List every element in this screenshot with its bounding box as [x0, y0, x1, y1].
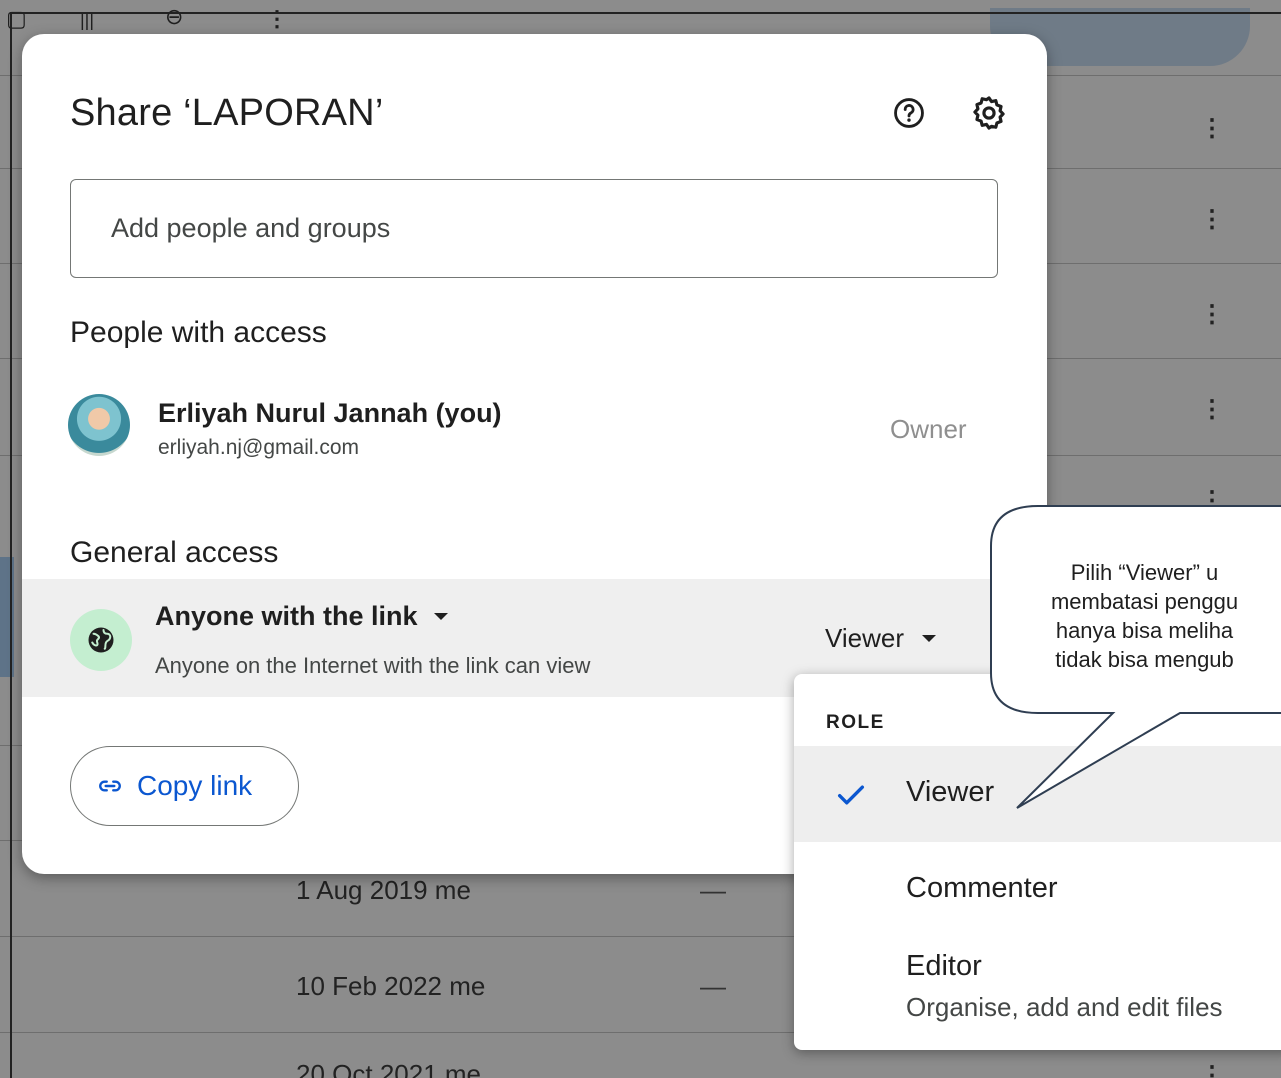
people-with-access-heading: People with access [70, 316, 327, 349]
link-icon: ⊖ [165, 4, 184, 29]
copy-link-button[interactable]: Copy link [70, 746, 299, 826]
add-people-input[interactable] [70, 179, 998, 278]
link-icon [99, 780, 121, 792]
selected-row-highlight [0, 557, 14, 677]
link-access-label: Anyone with the link [155, 601, 418, 631]
avatar [68, 394, 130, 456]
person-name: Erliyah Nurul Jannah (you) [158, 398, 502, 428]
more-vert-icon: ⋮ [1200, 115, 1224, 142]
more-vert-icon: ⋮ [1200, 301, 1224, 328]
menu-item-commenter[interactable]: Commenter [794, 842, 1281, 938]
row-size: — [700, 875, 726, 905]
general-access-heading: General access [70, 536, 279, 569]
chevron-down-icon [922, 635, 937, 642]
callout-line: Pilih “Viewer” u [1070, 560, 1219, 585]
more-vert-icon: ⋮ [1200, 396, 1224, 423]
callout-line: hanya bisa meliha [1055, 618, 1234, 643]
menu-item-description: Organise, add and edit files [906, 992, 1223, 1022]
menu-item-label: Editor [906, 950, 982, 982]
chevron-down-icon [433, 613, 448, 620]
role-dropdown[interactable]: Viewer [825, 623, 937, 654]
role-menu-header: ROLE [826, 712, 885, 733]
globe-icon [70, 609, 132, 671]
more-vert-icon: ⋮ [266, 6, 288, 31]
row-date: 20 Oct 2021 me [296, 1059, 481, 1078]
callout-text: Pilih “Viewer” u membatasi penggu hanya … [1008, 558, 1281, 674]
role-dropdown-value: Viewer [825, 623, 905, 653]
columns-icon: ||| [80, 10, 95, 30]
select-icon: ▢ [6, 6, 27, 31]
help-icon[interactable] [892, 96, 926, 130]
gear-icon[interactable] [970, 94, 1008, 132]
row-date: 10 Feb 2022 me [296, 971, 486, 1001]
link-access-dropdown[interactable]: Anyone with the link [155, 601, 448, 632]
menu-item-label: Commenter [906, 872, 1058, 904]
more-vert-icon: ⋮ [1200, 206, 1224, 233]
check-icon [837, 785, 865, 805]
callout-line: tidak bisa mengub [1055, 647, 1234, 672]
link-access-description: Anyone on the Internet with the link can… [155, 653, 591, 678]
owner-role-label: Owner [890, 414, 967, 444]
dialog-title: Share ‘LAPORAN’ [70, 92, 384, 134]
row-size: — [700, 971, 726, 1001]
menu-item-label: Viewer [906, 776, 995, 808]
row-date: 1 Aug 2019 me [296, 875, 471, 905]
person-email: erliyah.nj@gmail.com [158, 436, 360, 459]
more-vert-icon: ⋮ [1200, 1062, 1224, 1078]
menu-item-editor[interactable]: Editor Organise, add and edit files [794, 938, 1281, 1050]
copy-link-label: Copy link [137, 770, 253, 801]
callout-line: membatasi penggu [1050, 589, 1239, 614]
